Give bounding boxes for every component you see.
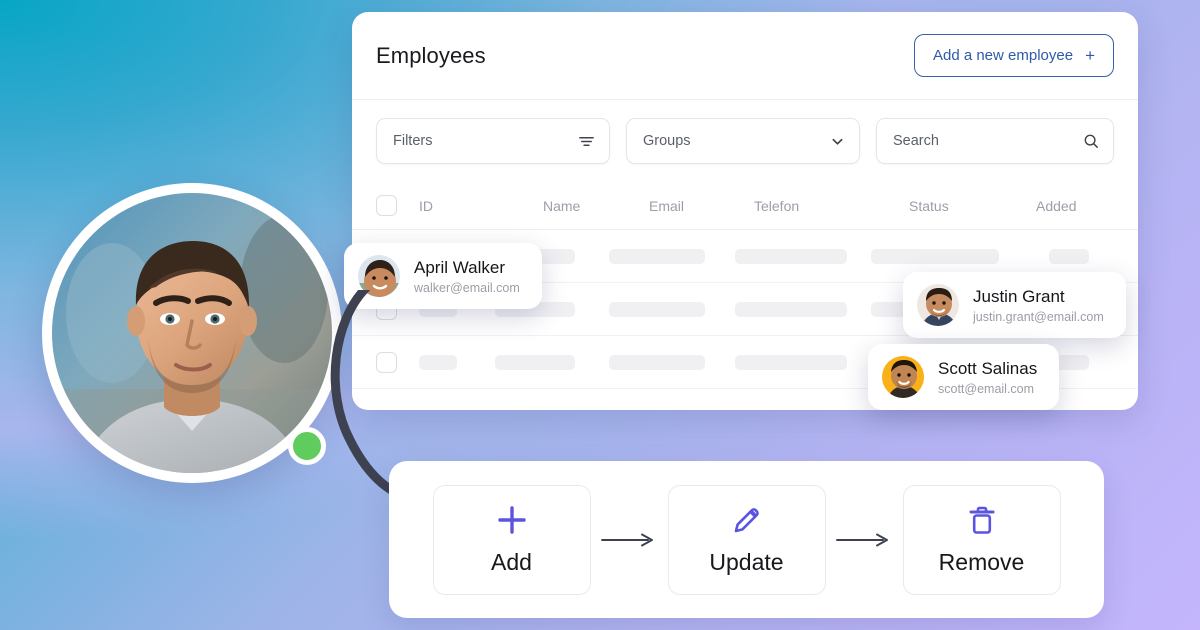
person-name: April Walker xyxy=(414,258,505,278)
search-input[interactable]: Search xyxy=(876,118,1114,164)
avatar xyxy=(358,255,400,297)
cell-placeholder xyxy=(609,248,705,264)
select-all-checkbox[interactable] xyxy=(376,195,397,216)
person-email: scott@email.com xyxy=(938,381,1035,396)
avatar-illustration xyxy=(882,356,924,398)
avatar xyxy=(882,356,924,398)
person-card-april-walker[interactable]: April Walker walker@email.com xyxy=(344,243,542,309)
avatar-illustration xyxy=(358,255,400,297)
search-placeholder: Search xyxy=(893,133,939,149)
arrow-separator-2 xyxy=(826,532,903,548)
person-name: Justin Grant xyxy=(973,287,1065,307)
panel-header: Employees Add a new employee + xyxy=(352,12,1138,100)
column-header-name[interactable]: Name xyxy=(543,198,649,214)
column-header-status[interactable]: Status xyxy=(909,198,1036,214)
column-header-telefon[interactable]: Telefon xyxy=(754,198,909,214)
update-action-button[interactable]: Update xyxy=(667,484,826,595)
filters-label: Filters xyxy=(393,133,433,149)
avatar xyxy=(917,284,959,326)
column-header-id[interactable]: ID xyxy=(419,198,543,214)
chevron-down-icon xyxy=(830,134,845,149)
add-new-employee-label: Add a new employee xyxy=(932,47,1074,64)
portrait-illustration xyxy=(52,193,332,473)
person-name: Scott Salinas xyxy=(938,359,1038,379)
column-header-email[interactable]: Email xyxy=(649,198,754,214)
remove-action-label: Remove xyxy=(938,549,1025,575)
plus-icon: + xyxy=(1085,46,1095,65)
column-header-added[interactable]: Added xyxy=(1036,198,1106,214)
filter-icon xyxy=(578,133,595,150)
person-email: justin.grant@email.com xyxy=(973,309,1104,324)
cell-placeholder xyxy=(735,354,847,370)
filters-dropdown[interactable]: Filters xyxy=(376,118,610,164)
table-toolbar: Filters Groups Search xyxy=(352,100,1138,182)
cell-placeholder xyxy=(495,354,575,370)
remove-action-button[interactable]: Remove xyxy=(902,484,1061,595)
arrow-separator-1 xyxy=(591,532,668,548)
update-action-label: Update xyxy=(709,549,784,575)
table-header-row: ID Name Email Telefon Status Added xyxy=(352,182,1138,230)
cell-placeholder xyxy=(419,354,457,370)
add-new-employee-button[interactable]: Add a new employee + xyxy=(913,34,1114,77)
online-status-dot xyxy=(288,427,326,465)
groups-label: Groups xyxy=(643,133,691,149)
cell-placeholder xyxy=(1049,248,1089,264)
portrait-photo xyxy=(52,193,332,473)
cell-placeholder xyxy=(735,301,847,317)
cell-placeholder xyxy=(871,248,999,264)
avatar-illustration xyxy=(917,284,959,326)
cell-placeholder xyxy=(735,248,847,264)
search-icon xyxy=(1083,133,1099,149)
cell-placeholder xyxy=(609,301,705,317)
page-title: Employees xyxy=(376,42,486,68)
add-action-button[interactable]: Add xyxy=(432,484,591,595)
row-checkbox[interactable] xyxy=(376,351,397,373)
pencil-icon xyxy=(731,503,763,537)
groups-dropdown[interactable]: Groups xyxy=(626,118,860,164)
person-email: walker@email.com xyxy=(414,280,520,295)
person-card-justin-grant[interactable]: Justin Grant justin.grant@email.com xyxy=(903,272,1126,338)
cell-placeholder xyxy=(609,354,705,370)
add-action-label: Add xyxy=(491,549,532,575)
person-card-scott-salinas[interactable]: Scott Salinas scott@email.com xyxy=(868,344,1060,410)
employee-portrait-circle xyxy=(42,183,342,483)
trash-icon xyxy=(967,503,997,537)
actions-panel: Add Update Remove xyxy=(389,461,1104,618)
plus-icon xyxy=(496,503,528,537)
